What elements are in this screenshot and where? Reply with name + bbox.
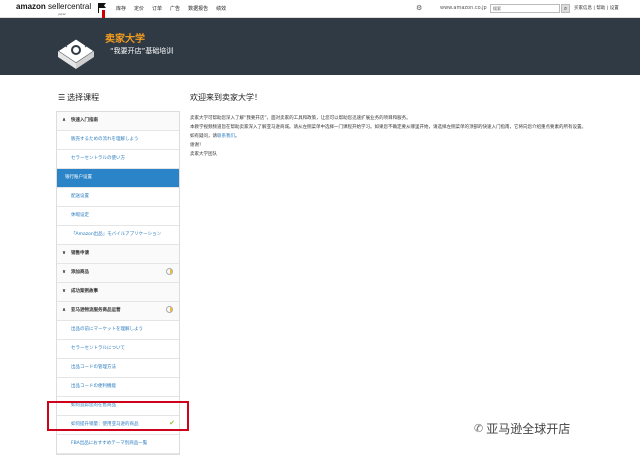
banner-title: 卖家大学: [105, 34, 145, 45]
sidebar-heading: ☰ 选择课程: [56, 88, 180, 111]
nav-inventory[interactable]: 库存: [116, 5, 126, 12]
course-item[interactable]: FBA出品におすすめテーマ別商品一覧: [57, 435, 179, 454]
highlight-box: [47, 401, 189, 431]
course-sidebar: ☰ 选择课程 ∧ 快速入门指南 販売するための流れを理解しよう セラーセントラルの使…: [56, 88, 180, 455]
thanks-text: 谢谢！: [190, 143, 204, 148]
wechat-icon: ✆: [474, 422, 484, 435]
course-item[interactable]: 配送设置: [57, 188, 179, 207]
gear-icon[interactable]: ⚙: [416, 4, 422, 12]
menu-item-label: 成功案例故事: [71, 289, 98, 294]
menu-item-label: 添加商品: [71, 270, 89, 275]
page-title: 欢迎来到卖家大学！: [190, 93, 262, 102]
course-item[interactable]: セラーセントラルの使い方: [57, 150, 179, 169]
sidebar-heading-label: 选择课程: [67, 93, 100, 102]
guide-paragraph: 本教学视频频道旨在帮助卖家深入了解亚马逊商城。请从左侧菜单中选择一门课程开始学习…: [190, 125, 586, 130]
marketplace-site[interactable]: www.amazon.co.jp: [440, 5, 487, 11]
page-banner: 卖家大学 “我要开店”基础培训: [0, 18, 640, 75]
course-item[interactable]: 出品の前にマーケットを理解しよう: [57, 321, 179, 340]
progress-icon: [166, 268, 173, 275]
watermark-text: 亚马逊全球开店: [486, 422, 571, 436]
contact-suffix: 。: [235, 134, 240, 139]
course-item[interactable]: 「Amazon出品」モバイルアプリケーション: [57, 226, 179, 245]
main-content: 欢迎来到卖家大学！ 卖家大学可帮助您深入了解“我要开店”，面对卖家的工具和政策，…: [190, 88, 620, 160]
intro-paragraph: 卖家大学可帮助您深入了解“我要开店”，面对卖家的工具和政策，让您可以帮助您迅速扩…: [190, 116, 411, 121]
section-fba-operations[interactable]: ∧ 亚马逊物流服务商品运营: [57, 302, 179, 321]
menu-item-label: 亚马逊物流服务商品运营: [71, 308, 121, 313]
course-item[interactable]: 販売するための流れを理解しよう: [57, 131, 179, 150]
logo-region: japan: [58, 12, 67, 16]
chevron-down-icon: ∨: [62, 288, 67, 294]
seller-university-logo-icon: [57, 38, 95, 69]
section-success-stories[interactable]: ∨ 成功案例故事: [57, 283, 179, 302]
nav-advertising[interactable]: 广告: [170, 5, 180, 12]
logo-sellercentral: sellercentral: [45, 2, 92, 11]
chevron-up-icon: ∧: [62, 307, 67, 313]
course-item[interactable]: 休暇设定: [57, 207, 179, 226]
main-menu: 库存 定价 订单 广告 数据报告 绩效: [116, 5, 226, 12]
nav-performance[interactable]: 绩效: [216, 5, 226, 12]
top-right-links[interactable]: 买家信息 | 帮助 | 设置: [574, 5, 619, 11]
course-item[interactable]: 出品コードの管理方法: [57, 359, 179, 378]
contact-prefix: 如有疑问，请: [190, 134, 217, 139]
top-navigation: amazon sellercentral japan 库存 定价 订单 广告 数…: [0, 0, 640, 18]
search-input[interactable]: 搜索: [490, 4, 560, 13]
chevron-up-icon: ∧: [62, 117, 67, 123]
chevron-down-icon: ∨: [62, 269, 67, 275]
watermark: ✆ 亚马逊全球开店: [474, 420, 570, 437]
contact-paragraph: 如有疑问，请联系我们。: [190, 133, 620, 140]
signature-text: 卖家大学团队: [190, 152, 217, 157]
course-item[interactable]: 出品コードの便利機能: [57, 378, 179, 397]
list-icon: ☰: [58, 93, 66, 102]
section-quick-start[interactable]: ∧ 快速入门指南: [57, 112, 179, 131]
progress-icon: [166, 306, 173, 313]
banner-subtitle: “我要开店”基础培训: [110, 47, 174, 55]
chevron-down-icon: ∨: [62, 250, 67, 256]
course-item-active[interactable]: 银行账户设置: [57, 169, 179, 188]
nav-orders[interactable]: 订单: [152, 5, 162, 12]
menu-item-label: 快速入门指南: [71, 118, 98, 123]
search-icon[interactable]: ⌕: [561, 4, 570, 13]
course-item[interactable]: セラーセントラルについて: [57, 340, 179, 359]
section-sales-application[interactable]: ∨ 销售申请: [57, 245, 179, 264]
seller-central-logo[interactable]: amazon sellercentral: [16, 2, 91, 11]
menu-item-label: 销售申请: [71, 251, 89, 256]
section-add-products[interactable]: ∨ 添加商品: [57, 264, 179, 283]
logo-amazon: amazon: [16, 2, 46, 11]
contact-us-link[interactable]: 联系我们: [217, 134, 235, 139]
cursor-marker: [102, 10, 105, 18]
nav-reports[interactable]: 数据报告: [188, 5, 208, 12]
nav-pricing[interactable]: 定价: [134, 5, 144, 12]
